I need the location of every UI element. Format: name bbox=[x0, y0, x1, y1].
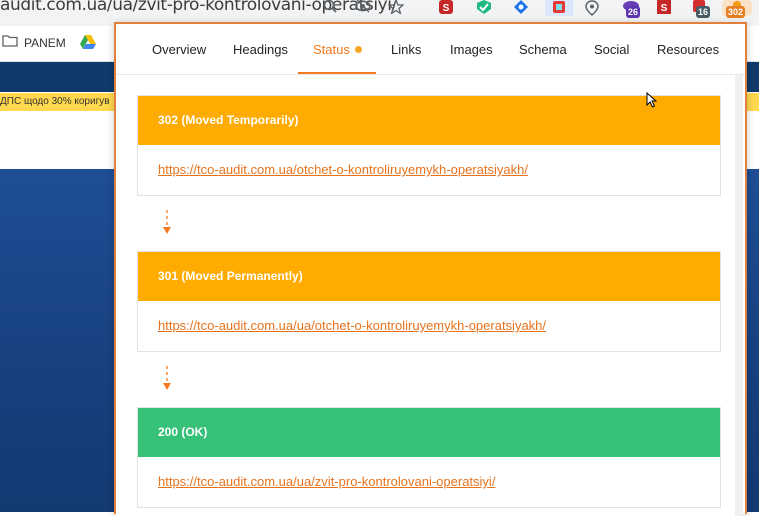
extension-check-icon[interactable] bbox=[475, 0, 499, 16]
redirect-url-link[interactable]: https://tco-audit.com.ua/ua/zvit-pro-kon… bbox=[158, 474, 495, 489]
tab-status-label: Status bbox=[313, 42, 350, 57]
extension-security-icon[interactable]: S bbox=[437, 0, 461, 16]
redirect-step: 302 (Moved Temporarily) https://tco-audi… bbox=[137, 95, 721, 196]
redirect-step: 200 (OK) https://tco-audit.com.ua/ua/zvi… bbox=[137, 407, 721, 508]
status-indicator-dot bbox=[354, 46, 362, 53]
bookmark-item[interactable]: PANEM bbox=[2, 35, 66, 50]
redirect-url-link[interactable]: https://tco-audit.com.ua/ua/otchet-o-kon… bbox=[158, 318, 546, 333]
tab-social[interactable]: Social bbox=[594, 42, 629, 57]
extension-tabs-icon[interactable]: 16 bbox=[690, 0, 714, 18]
zoom-icon[interactable] bbox=[323, 0, 339, 14]
bookmark-star-icon[interactable] bbox=[387, 0, 405, 16]
svg-text:S: S bbox=[443, 3, 450, 14]
folder-icon bbox=[2, 35, 18, 50]
tab-images[interactable]: Images bbox=[450, 42, 493, 57]
popup-tabs: Overview Headings Status Links Images Sc… bbox=[116, 24, 745, 75]
tab-status[interactable]: Status bbox=[313, 42, 362, 57]
redirect-chain: 302 (Moved Temporarily) https://tco-audi… bbox=[116, 75, 743, 516]
extension-seo-icon[interactable]: 302 bbox=[722, 0, 752, 18]
tab-headings[interactable]: Headings bbox=[233, 42, 288, 57]
tracking-hidden-icon[interactable] bbox=[354, 0, 372, 14]
extension-cloud-icon[interactable]: 26 bbox=[620, 0, 644, 18]
status-badge: 302 bbox=[726, 6, 746, 18]
tabs-count-badge: 16 bbox=[696, 6, 711, 18]
notifications-badge: 26 bbox=[626, 6, 641, 18]
redirect-arrow-icon bbox=[162, 210, 172, 236]
extension-location-icon[interactable] bbox=[583, 0, 607, 16]
redirect-status: 200 (OK) bbox=[138, 408, 720, 457]
bookmark-label: PANEM bbox=[24, 35, 66, 50]
svg-text:S: S bbox=[661, 3, 668, 14]
redirect-status: 301 (Moved Permanently) bbox=[138, 252, 720, 301]
notice-text: ДПС щодо 30% коригув bbox=[0, 96, 110, 107]
tab-links[interactable]: Links bbox=[391, 42, 421, 57]
tab-overview[interactable]: Overview bbox=[152, 42, 206, 57]
redirect-url-link[interactable]: https://tco-audit.com.ua/otchet-o-kontro… bbox=[158, 162, 528, 177]
mouse-cursor-icon bbox=[646, 91, 658, 108]
tab-schema[interactable]: Schema bbox=[519, 42, 567, 57]
redirect-status: 302 (Moved Temporarily) bbox=[138, 96, 720, 145]
active-tab-indicator bbox=[298, 72, 376, 74]
extension-s-icon[interactable]: S bbox=[655, 0, 679, 16]
extension-diamond-icon[interactable] bbox=[512, 0, 536, 16]
redirect-arrow-icon bbox=[162, 366, 172, 392]
extension-active-icon[interactable] bbox=[545, 0, 573, 16]
redirect-step: 301 (Moved Permanently) https://tco-audi… bbox=[137, 251, 721, 352]
tab-resources[interactable]: Resources bbox=[657, 42, 719, 57]
google-drive-icon[interactable] bbox=[80, 35, 96, 49]
